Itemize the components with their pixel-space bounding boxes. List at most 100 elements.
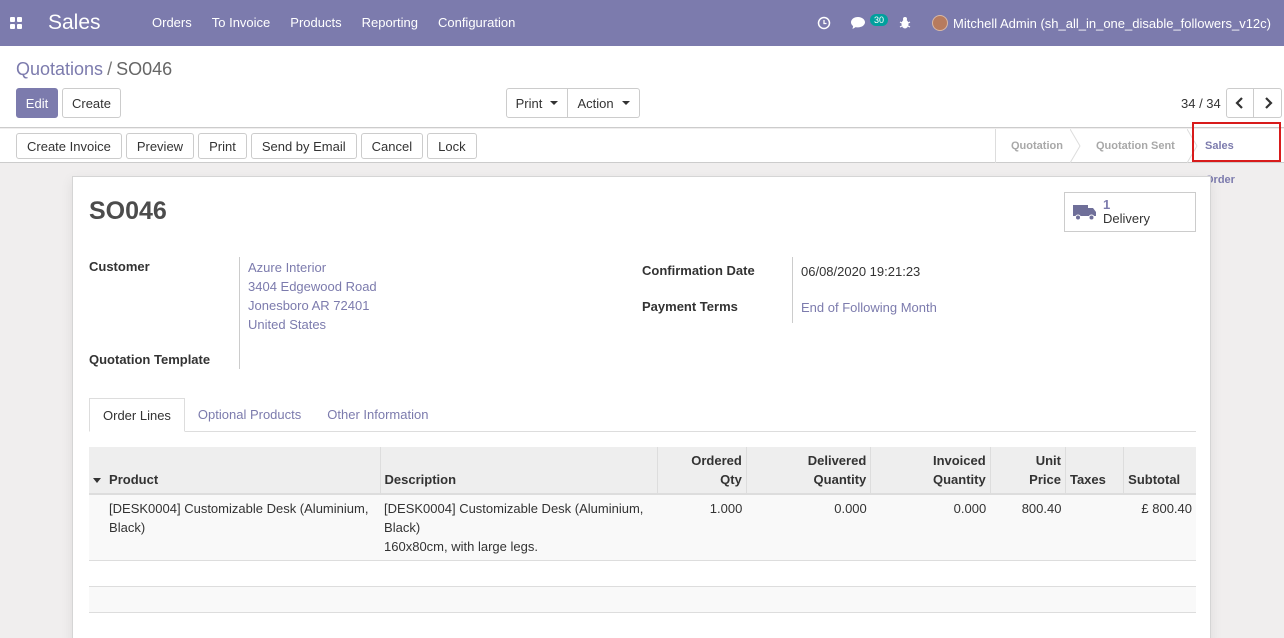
tab-other-information[interactable]: Other Information	[314, 398, 441, 431]
customer-label: Customer	[89, 259, 150, 274]
column-delivered-qty[interactable]: Delivered Quantity	[745, 447, 871, 495]
cell-ordered-qty[interactable]: 1.000	[657, 494, 746, 561]
user-menu[interactable]: Mitchell Admin (sh_all_in_one_disable_fo…	[953, 16, 1271, 31]
cell-delivered-qty[interactable]: 0.000	[746, 494, 870, 561]
delivery-label: Delivery	[1103, 211, 1150, 226]
column-unit-price[interactable]: Unit Price	[989, 447, 1066, 495]
messages-count-badge: 30	[870, 14, 889, 26]
action-dropdown[interactable]: Action	[568, 88, 640, 118]
systray: 30 Mitchell Admin (sh_all_in_one_disable…	[807, 0, 1284, 46]
cell-product-line2: Black)	[109, 520, 146, 535]
customer-field[interactable]: Azure Interior 3404 Edgewood Road Jonesb…	[248, 258, 377, 334]
stage-quotation-sent-label: Quotation Sent	[1096, 140, 1175, 152]
lock-button[interactable]: Lock	[427, 133, 477, 159]
cell-taxes[interactable]	[1065, 494, 1123, 561]
column-ordered-qty[interactable]: Ordered Qty	[656, 447, 747, 495]
delivery-count: 1	[1103, 197, 1111, 212]
create-invoice-button[interactable]: Create Invoice	[16, 133, 122, 159]
breadcrumb-current: SO046	[116, 59, 173, 79]
cell-subtotal: £ 800.40	[1141, 501, 1192, 516]
create-button[interactable]: Create	[62, 88, 121, 118]
caret-down-icon	[621, 101, 630, 105]
chevron-left-icon	[1235, 97, 1243, 109]
column-invoiced-qty[interactable]: Invoiced Quantity	[870, 447, 991, 495]
menu-to-invoice[interactable]: To Invoice	[202, 0, 281, 46]
messages-icon[interactable]	[849, 14, 867, 32]
column-subtotal[interactable]: Subtotal	[1123, 447, 1196, 495]
preview-button[interactable]: Preview	[125, 133, 195, 159]
tab-order-lines[interactable]: Order Lines	[89, 398, 185, 432]
empty-row	[89, 612, 1196, 638]
bug-icon[interactable]	[896, 14, 914, 32]
column-taxes[interactable]: Taxes	[1064, 447, 1124, 495]
stage-quotation[interactable]: Quotation	[996, 129, 1081, 163]
notebook-tabs: Order Lines Optional Products Other Info…	[89, 398, 1196, 432]
column-unit-price-line1: Unit	[1035, 453, 1061, 468]
cell-unit-price[interactable]: 800.40	[990, 494, 1065, 561]
apps-menu-icon[interactable]	[0, 0, 32, 46]
table-header-row: Product Description Ordered Qty Delivered…	[89, 447, 1196, 495]
row-handle	[89, 494, 105, 561]
pager-next-button[interactable]	[1254, 88, 1282, 118]
column-delivered-qty-line2: Quantity	[813, 472, 867, 487]
cell-invoiced-qty[interactable]: 0.000	[871, 494, 990, 561]
menu-configuration[interactable]: Configuration	[428, 0, 525, 46]
cell-description-line2: Black)	[384, 520, 421, 535]
main-menu: Orders To Invoice Products Reporting Con…	[142, 0, 525, 46]
field-divider	[239, 257, 240, 369]
cell-description[interactable]: [DESK0004] Customizable Desk (Aluminium,…	[380, 494, 657, 561]
payment-terms-label: Payment Terms	[642, 299, 738, 314]
tab-optional-products[interactable]: Optional Products	[185, 398, 314, 431]
empty-row	[89, 586, 1196, 613]
column-invoiced-qty-line2: Quantity	[932, 472, 986, 487]
app-name[interactable]: Sales	[48, 11, 142, 35]
clock-icon[interactable]	[815, 14, 833, 32]
table-row[interactable]: [DESK0004] Customizable Desk (Aluminium,…	[89, 494, 1196, 561]
column-invoiced-qty-line1: Invoiced	[932, 453, 986, 468]
cancel-button[interactable]: Cancel	[360, 133, 424, 159]
print-dropdown-label: Print	[515, 95, 543, 111]
sort-toggle[interactable]	[89, 447, 106, 495]
sidebar-dropdowns: Print Action	[506, 88, 640, 118]
pager-buttons	[1226, 88, 1282, 118]
caret-down-icon	[93, 478, 101, 483]
empty-row	[89, 560, 1196, 587]
pager-value[interactable]: 34 / 34	[1181, 96, 1221, 111]
quotation-template-label: Quotation Template	[89, 352, 211, 367]
truck-icon	[1073, 205, 1096, 221]
order-title: SO046	[89, 197, 167, 225]
customer-name[interactable]: Azure Interior	[248, 258, 377, 277]
customer-city: Jonesboro AR 72401	[248, 298, 370, 313]
stage-quotation-sent[interactable]: Quotation Sent	[1076, 129, 1198, 163]
customer-country: United States	[248, 317, 327, 332]
top-navbar: Sales Orders To Invoice Products Reporti…	[0, 0, 1284, 46]
menu-products[interactable]: Products	[280, 0, 351, 46]
menu-orders[interactable]: Orders	[142, 0, 202, 46]
order-lines-table: Product Description Ordered Qty Delivered…	[89, 447, 1196, 638]
cell-description-line3: 160x80cm, with large legs.	[384, 539, 538, 554]
user-avatar[interactable]	[932, 15, 949, 31]
send-by-email-button[interactable]: Send by Email	[250, 133, 357, 159]
payment-terms-value[interactable]: End of Following Month	[801, 298, 937, 317]
stage-quotation-label: Quotation	[1011, 140, 1063, 152]
caret-down-icon	[550, 101, 559, 105]
column-product[interactable]: Product	[105, 447, 381, 495]
chevron-right-icon	[1264, 97, 1273, 109]
delivery-smart-button[interactable]: 1 Delivery	[1064, 192, 1196, 232]
column-ordered-qty-line2: Qty	[720, 472, 742, 487]
cell-product-line1: [DESK0004] Customizable Desk (Aluminium,	[109, 501, 369, 516]
print-button[interactable]: Print	[198, 133, 247, 159]
breadcrumb-quotations[interactable]: Quotations	[16, 59, 103, 79]
pager-previous-button[interactable]	[1226, 88, 1254, 118]
field-divider	[792, 257, 793, 323]
column-delivered-qty-line1: Delivered	[807, 453, 867, 468]
column-unit-price-line2: Price	[1029, 472, 1061, 487]
print-dropdown[interactable]: Print	[506, 88, 568, 118]
menu-reporting[interactable]: Reporting	[352, 0, 428, 46]
column-ordered-qty-line1: Ordered	[691, 453, 742, 468]
edit-button[interactable]: Edit	[16, 88, 58, 118]
column-description[interactable]: Description	[379, 447, 658, 495]
cell-description-line1: [DESK0004] Customizable Desk (Aluminium,	[384, 501, 644, 516]
breadcrumb: Quotations / SO046	[16, 59, 172, 80]
cell-product[interactable]: [DESK0004] Customizable Desk (Aluminium,…	[105, 494, 380, 561]
